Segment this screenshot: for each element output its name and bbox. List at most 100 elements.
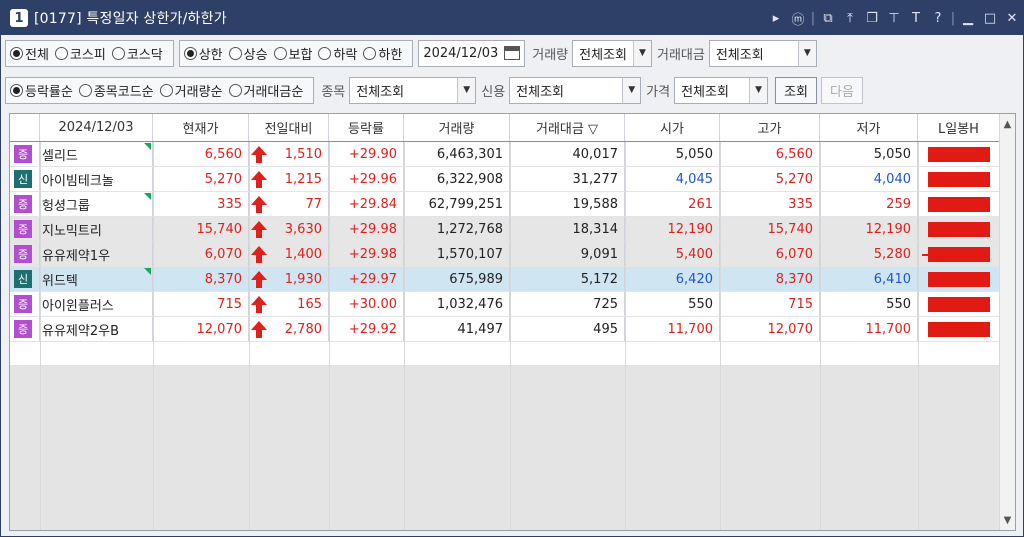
chevron-down-icon[interactable]: ▼ [457, 77, 476, 103]
scroll-up-icon[interactable]: ▲ [1000, 116, 1015, 132]
scroll-down-icon[interactable]: ▼ [1000, 512, 1015, 528]
stock-name[interactable]: 아이윈플러스 [42, 295, 114, 314]
next-button[interactable]: 다음 [821, 76, 863, 104]
price-select[interactable]: 전체조회 ▼ [674, 76, 769, 104]
column-header[interactable]: 고가 [720, 114, 820, 141]
radio-option[interactable]: 하한 [363, 44, 402, 63]
chevron-down-icon[interactable]: ▼ [632, 40, 651, 66]
font-icon[interactable]: T [905, 11, 927, 26]
radio-dot-icon[interactable] [363, 46, 377, 60]
column-header[interactable]: 시가 [625, 114, 720, 141]
filter-row-1: 전체 코스피 코스닥 상한 상승 보합 하락 하한 2024/12/03 거래량 전체조회 … [5, 38, 820, 68]
name-cell[interactable]: 위드텍 [40, 267, 153, 291]
table-row[interactable]: 증 유유제약1우 6,070 1,400 +29.98 1,570,107 9,091 5,4… [10, 242, 1000, 267]
radio-option[interactable]: 등락률순 [10, 81, 73, 100]
new-window-icon[interactable]: ⧉ [817, 11, 839, 26]
open-price: 5,050 [625, 142, 720, 166]
m-icon[interactable]: ⓜ [787, 9, 809, 28]
radio-option[interactable]: 거래량순 [159, 81, 223, 100]
window-number-badge[interactable]: 1 [10, 9, 28, 27]
help-icon[interactable]: ? [927, 11, 949, 26]
daily-candle-bar [928, 322, 990, 337]
table-row[interactable]: 신 위드텍 8,370 1,930 +29.97 675,989 5,172 6,420 8,3… [10, 267, 1000, 292]
column-header[interactable]: 거래대금 ▽ [510, 114, 625, 141]
daily-candle-cell [918, 267, 1000, 291]
radio-option[interactable]: 상한 [183, 44, 223, 63]
play-icon[interactable]: ▸ [765, 11, 787, 26]
radio-option[interactable]: 하락 [318, 44, 357, 63]
radio-option[interactable]: 전체 [10, 44, 49, 63]
vertical-scrollbar[interactable]: ▲ ▼ [999, 114, 1015, 530]
table-row[interactable]: 증 아이윈플러스 715 165 +30.00 1,032,476 725 550 715 550 [10, 292, 1000, 317]
stock-label: 종목 [321, 84, 346, 100]
table-row[interactable]: 증 유유제약2우B 12,070 2,780 +29.92 41,497 495 11,700… [10, 317, 1000, 342]
stock-name[interactable]: 헝셩그룹 [42, 195, 90, 214]
column-header[interactable]: 거래량 [404, 114, 510, 141]
stick-icon[interactable]: ⊤ [883, 11, 905, 26]
name-cell[interactable]: 아이윈플러스 [40, 292, 153, 316]
stock-select[interactable]: 전체조회 ▼ [349, 76, 477, 104]
radio-dot-icon[interactable] [10, 46, 23, 60]
radio-option[interactable]: 보합 [273, 44, 312, 63]
radio-dot-icon[interactable] [183, 46, 197, 60]
name-cell[interactable]: 유유제약2우B [40, 317, 153, 341]
column-header[interactable] [10, 114, 40, 141]
radio-dot-icon[interactable] [318, 46, 332, 60]
date-picker[interactable]: 2024/12/03 [418, 39, 526, 67]
name-cell[interactable]: 지노믹트리 [40, 217, 153, 241]
stock-name[interactable]: 아이빔테크놀 [42, 170, 114, 189]
column-header[interactable]: 저가 [820, 114, 918, 141]
radio-option[interactable]: 코스닥 [111, 44, 163, 63]
radio-option[interactable]: 종목코드순 [78, 81, 154, 100]
radio-dot-icon[interactable] [228, 83, 242, 97]
column-divider [329, 142, 330, 530]
radio-dot-icon[interactable] [78, 83, 92, 97]
radio-dot-icon[interactable] [111, 46, 125, 60]
stock-name[interactable]: 셀리드 [42, 145, 78, 164]
radio-option[interactable]: 코스피 [54, 44, 106, 63]
stock-name[interactable]: 위드텍 [42, 270, 78, 289]
minimize-icon[interactable]: ▁ [957, 11, 979, 26]
radio-dot-icon[interactable] [273, 46, 287, 60]
name-cell[interactable]: 헝셩그룹 [40, 192, 153, 216]
title-bar[interactable]: 1 [0177] 특정일자 상한가/하한가 ▸ ⓜ | ⧉ ⤒ ❐ ⊤ T ? … [1, 1, 1023, 35]
copy-window-icon[interactable]: ❐ [861, 11, 883, 26]
chevron-down-icon[interactable]: ▼ [622, 77, 641, 103]
radio-option[interactable]: 상승 [228, 44, 268, 63]
radio-dot-icon[interactable] [228, 46, 242, 60]
stock-name[interactable]: 유유제약2우B [42, 320, 119, 339]
maximize-icon[interactable]: □ [979, 11, 1001, 26]
credit-select[interactable]: 전체조회 ▼ [509, 76, 642, 104]
column-header[interactable]: 전일대비 [249, 114, 329, 141]
volume-select[interactable]: 전체조회 ▼ [572, 39, 652, 67]
open-price: 11,700 [625, 317, 720, 341]
date-value[interactable]: 2024/12/03 [423, 46, 498, 61]
radio-option[interactable]: 거래대금순 [228, 81, 303, 100]
calendar-icon[interactable] [504, 46, 521, 60]
low-price: 550 [820, 292, 918, 316]
radio-dot-icon[interactable] [159, 83, 173, 97]
stock-name[interactable]: 유유제약1우 [42, 245, 110, 264]
search-button[interactable]: 조회 [775, 76, 817, 104]
column-header[interactable]: 등락률 [329, 114, 404, 141]
radio-dot-icon[interactable] [54, 46, 68, 60]
close-icon[interactable]: ✕ [1001, 11, 1023, 26]
radio-dot-icon[interactable] [10, 83, 23, 97]
pin-top-icon[interactable]: ⤒ [839, 11, 861, 26]
amount-select[interactable]: 전체조회 ▼ [708, 39, 817, 67]
table-row[interactable]: 증 헝셩그룹 335 77 +29.84 62,799,251 19,588 261 335 25… [10, 192, 1000, 217]
name-cell[interactable]: 아이빔테크놀 [40, 167, 153, 191]
stock-name[interactable]: 지노믹트리 [42, 220, 102, 239]
column-header[interactable]: 2024/12/03 [40, 114, 153, 141]
column-header[interactable]: L일봉H [918, 114, 1000, 141]
chevron-down-icon[interactable]: ▼ [797, 40, 816, 66]
trade-amount: 40,017 [510, 142, 625, 166]
table-row[interactable]: 증 셀리드 6,560 1,510 +29.90 6,463,301 40,017 5,050… [10, 142, 1000, 167]
table-row[interactable]: 신 아이빔테크놀 5,270 1,215 +29.96 6,322,908 31,277 4,… [10, 167, 1000, 192]
table-row[interactable]: 증 지노믹트리 15,740 3,630 +29.98 1,272,768 18,314 12… [10, 217, 1000, 242]
name-cell[interactable]: 셀리드 [40, 142, 153, 166]
chevron-down-icon[interactable]: ▼ [749, 77, 768, 103]
column-header[interactable]: 현재가 [153, 114, 249, 141]
name-cell[interactable]: 유유제약1우 [40, 242, 153, 266]
current-price: 15,740 [153, 217, 249, 241]
